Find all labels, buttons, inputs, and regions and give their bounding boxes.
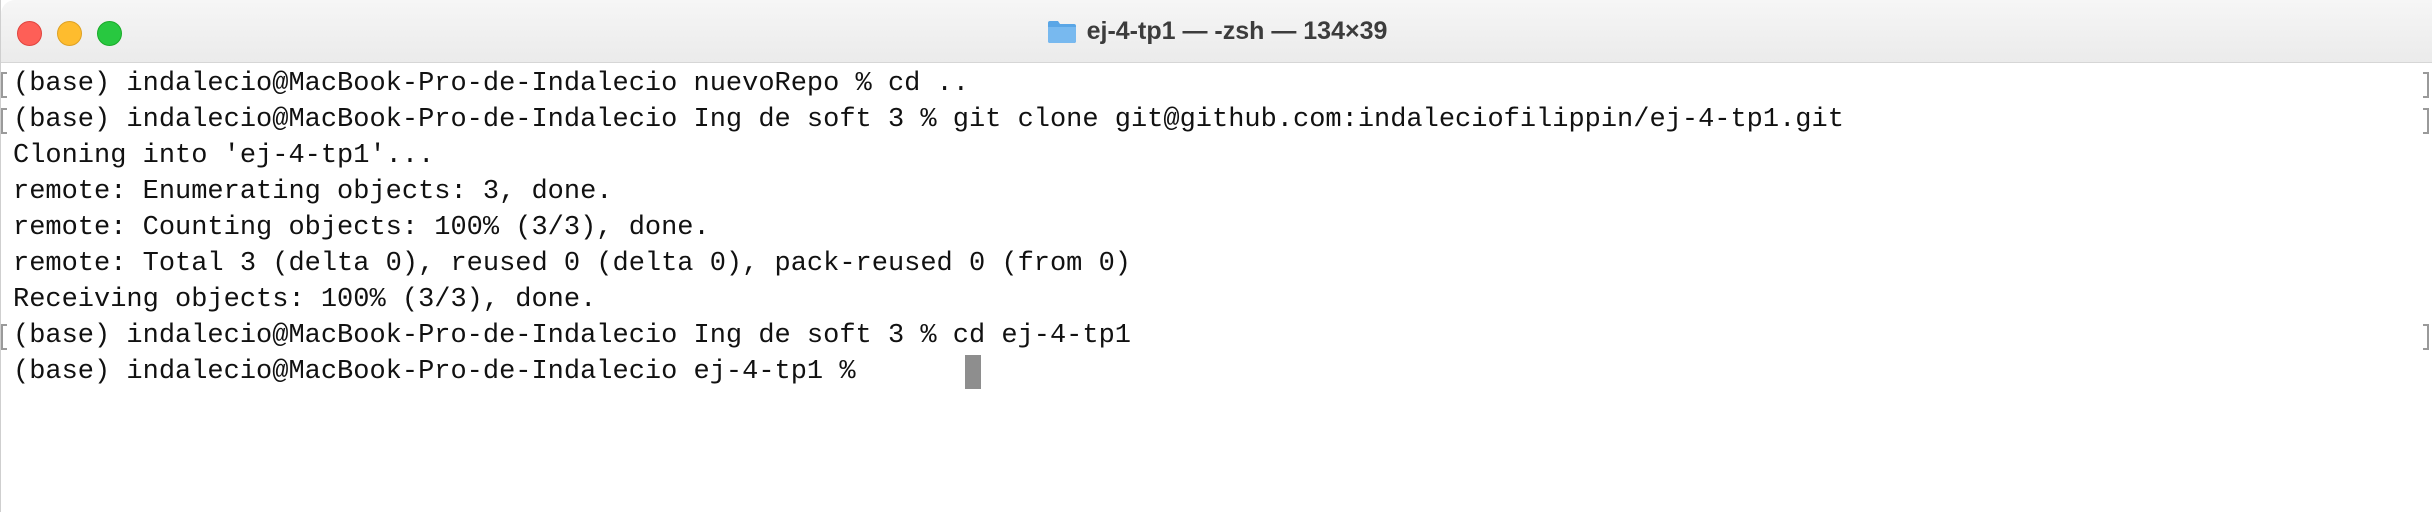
terminal-line: (base) indalecio@MacBook-Pro-de-Indaleci…: [13, 69, 969, 99]
title-bar[interactable]: ej-4-tp1 — -zsh — 134×39: [1, 0, 2432, 63]
line-mark-right: [2423, 324, 2429, 350]
terminal-line: remote: Enumerating objects: 3, done.: [13, 177, 613, 207]
text-cursor: [965, 355, 981, 389]
folder-icon: [1047, 21, 1076, 43]
terminal-line: Receiving objects: 100% (3/3), done.: [13, 285, 597, 315]
terminal-line: remote: Counting objects: 100% (3/3), do…: [13, 213, 710, 243]
terminal-line: remote: Total 3 (delta 0), reused 0 (del…: [13, 249, 1131, 279]
terminal-window: ej-4-tp1 — -zsh — 134×39 (base) indaleci…: [0, 0, 2432, 512]
window-title: ej-4-tp1 — -zsh — 134×39: [1086, 17, 1388, 45]
terminal-line: (base) indalecio@MacBook-Pro-de-Indaleci…: [13, 321, 1131, 351]
line-mark-left: [1, 72, 7, 98]
terminal-output[interactable]: (base) indalecio@MacBook-Pro-de-Indaleci…: [1, 66, 2432, 512]
line-mark-left: [1, 324, 7, 350]
terminal-line: (base) indalecio@MacBook-Pro-de-Indaleci…: [13, 105, 1844, 135]
terminal-line: Cloning into 'ej-4-tp1'...: [13, 141, 435, 171]
line-mark-right: [2423, 72, 2429, 98]
line-mark-left: [1, 108, 7, 134]
window-title-container: ej-4-tp1 — -zsh — 134×39: [1, 0, 2432, 63]
line-mark-right: [2423, 108, 2429, 134]
terminal-prompt-line: (base) indalecio@MacBook-Pro-de-Indaleci…: [13, 357, 872, 387]
